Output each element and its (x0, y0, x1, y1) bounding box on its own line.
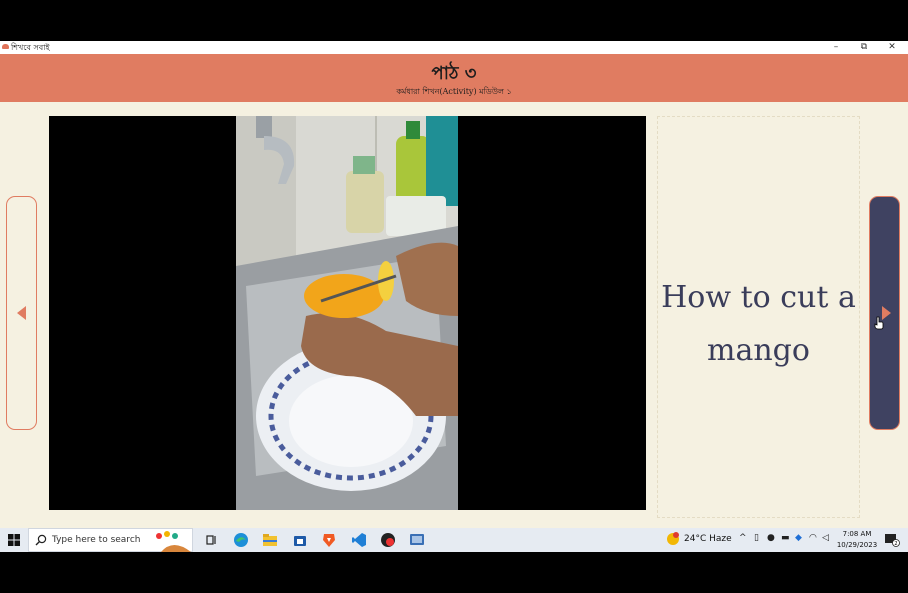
app-window: শিখবে সবাই – ⧉ ✕ পাঠ ৩ কর্মধারা শিখন(Act… (0, 41, 908, 528)
bluetooth-icon[interactable]: ◆ (795, 533, 802, 543)
microphone-icon[interactable]: ● (767, 533, 775, 543)
chevron-up-icon[interactable]: ^ (739, 533, 747, 543)
app-logo-icon (2, 44, 9, 49)
network-icon[interactable]: ▯ (754, 533, 759, 543)
search-placeholder: Type here to search (52, 535, 141, 545)
edge-icon[interactable] (233, 532, 249, 548)
minimize-button[interactable]: – (822, 41, 850, 54)
system-clock[interactable]: 7:08 AM 10/29/2023 (834, 529, 880, 551)
close-button[interactable]: ✕ (878, 41, 906, 54)
notification-count: 2 (894, 541, 897, 547)
file-explorer-icon[interactable] (262, 532, 278, 548)
brave-icon[interactable] (321, 532, 337, 548)
window-title: শিখবে সবাই (11, 43, 50, 52)
next-button[interactable] (869, 196, 900, 430)
windows-start-icon[interactable] (8, 534, 20, 546)
search-highlight-icon (156, 531, 191, 552)
volume-icon[interactable]: ◁ (822, 533, 829, 543)
maximize-button[interactable]: ⧉ (850, 41, 878, 54)
store-icon[interactable] (292, 532, 308, 548)
video-frame-image (236, 116, 458, 510)
caption-panel: How to cut a mango (657, 116, 860, 518)
hand-cursor-icon (874, 316, 884, 330)
video-player[interactable] (49, 116, 646, 510)
battery-icon[interactable]: ▬ (781, 533, 790, 543)
lesson-header: পাঠ ৩ কর্মধারা শিখন(Activity) মডিউল ১ (0, 54, 908, 102)
caption-text: How to cut a mango (658, 271, 859, 377)
notification-icon[interactable]: 2 (884, 533, 900, 547)
weather-text[interactable]: 24°C Haze (684, 534, 732, 544)
vscode-icon[interactable] (351, 532, 367, 548)
clock-time: 7:08 AM (842, 530, 872, 538)
previous-button[interactable] (6, 196, 37, 430)
caption-line-1: How to cut a (661, 280, 856, 315)
search-icon (35, 534, 47, 546)
active-app-icon[interactable] (409, 532, 425, 548)
arrow-left-icon (17, 306, 26, 320)
weather-icon[interactable] (666, 532, 680, 546)
wifi-icon[interactable]: ◠ (809, 533, 817, 543)
taskbar: Type here to search 24°C Haze ^ ▯ ● ▬ ◆ … (0, 528, 908, 552)
app-icon[interactable] (380, 532, 396, 548)
lesson-subtitle: কর্মধারা শিখন(Activity) মডিউল ১ (396, 87, 512, 96)
taskbar-search[interactable]: Type here to search (28, 528, 193, 552)
clock-date: 10/29/2023 (836, 541, 878, 549)
task-view-icon[interactable] (204, 532, 220, 548)
caption-line-2: mango (707, 333, 810, 368)
title-bar: শিখবে সবাই – ⧉ ✕ (0, 41, 908, 54)
